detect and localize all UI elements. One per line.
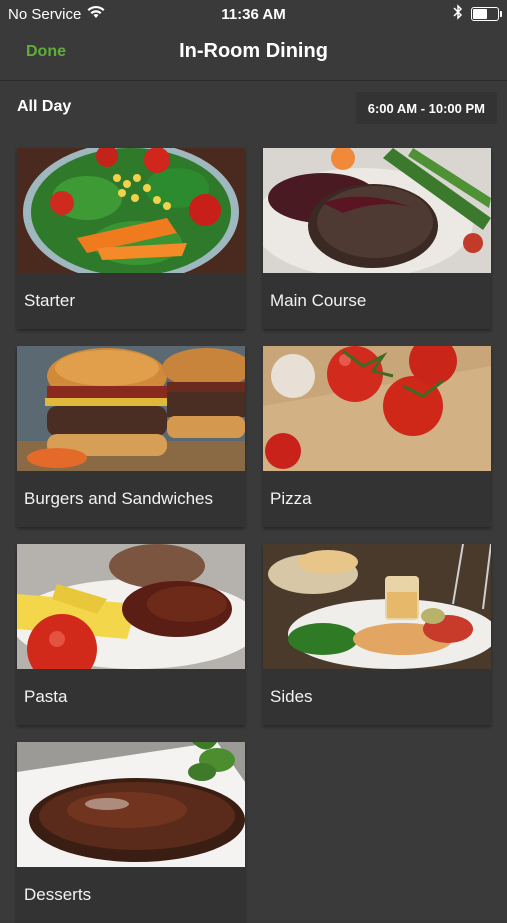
steak-image (263, 148, 491, 273)
status-right (453, 4, 507, 24)
wifi-icon (87, 5, 105, 23)
category-card-main-course[interactable]: Main Course (263, 148, 491, 329)
category-label: Starter (24, 291, 76, 310)
status-left: No Service (0, 5, 105, 23)
done-button[interactable]: Done (26, 43, 66, 61)
carrier-text: No Service (8, 5, 82, 23)
schedule-row: All Day 6:00 AM - 10:00 PM (0, 80, 507, 136)
salad-image (17, 148, 245, 273)
pasta-image (17, 544, 245, 669)
creme-brulee-image (17, 742, 245, 867)
category-card-pizza[interactable]: Pizza (263, 346, 491, 527)
page-title: In-Room Dining (179, 40, 328, 62)
tomatoes-image (263, 346, 491, 471)
hours-badge: 6:00 AM - 10:00 PM (355, 92, 497, 124)
category-card-desserts[interactable]: Desserts (17, 742, 245, 923)
bluetooth-icon (453, 4, 463, 24)
navigation-bar: Done In-Room Dining (0, 28, 507, 81)
category-label: Burgers and Sandwiches (24, 489, 214, 508)
category-card-burgers-and-sandwiches[interactable]: Burgers and Sandwiches (17, 346, 245, 527)
category-label: Desserts (24, 885, 92, 904)
category-label: Pasta (24, 687, 68, 706)
sides-image (263, 544, 491, 669)
status-bar: No Service 11:36 AM (0, 0, 507, 28)
category-label: Main Course (270, 291, 367, 310)
category-card-pasta[interactable]: Pasta (17, 544, 245, 725)
category-card-sides[interactable]: Sides (263, 544, 491, 725)
schedule-label: All Day (17, 98, 72, 115)
burger-image (17, 346, 245, 471)
battery-level (473, 9, 488, 19)
category-label: Pizza (270, 489, 312, 508)
category-card-starter[interactable]: Starter (17, 148, 245, 329)
category-grid: Starter Main Course Burgers and Sandwich… (17, 148, 491, 923)
category-label: Sides (270, 687, 313, 706)
battery-icon (471, 7, 502, 21)
